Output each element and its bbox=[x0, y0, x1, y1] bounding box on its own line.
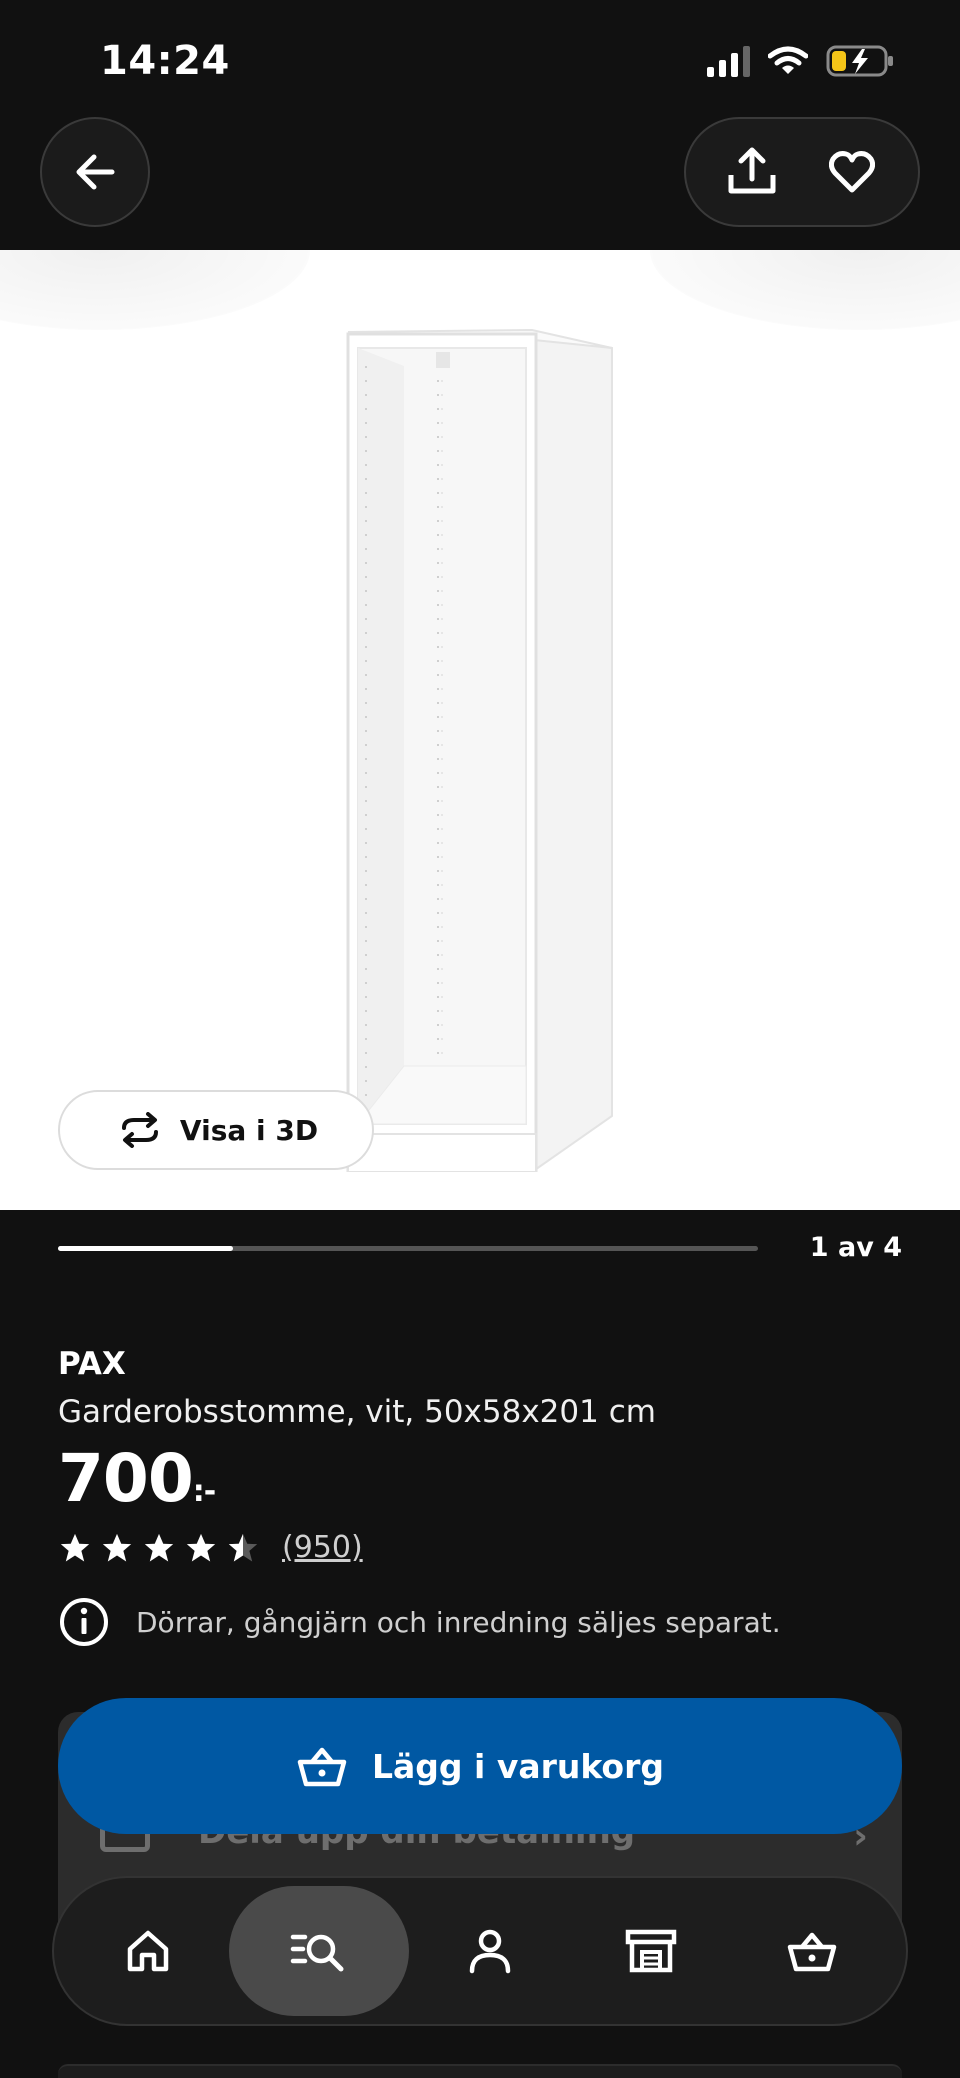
product-image-gallery[interactable]: Visa i 3D bbox=[0, 250, 960, 1210]
add-to-cart-button[interactable]: Lägg i varukorg bbox=[58, 1698, 902, 1834]
favorite-button[interactable] bbox=[812, 132, 892, 212]
home-icon bbox=[128, 1930, 169, 1972]
bottom-sheet-edge bbox=[58, 2064, 902, 2078]
back-button[interactable] bbox=[40, 117, 150, 227]
product-brand: PAX bbox=[58, 1346, 126, 1382]
status-bar: 14:24 bbox=[0, 0, 960, 110]
star-icon bbox=[60, 1533, 90, 1561]
bottom-nav bbox=[52, 1876, 908, 2026]
store-icon bbox=[625, 1929, 677, 1973]
star-icon bbox=[144, 1533, 174, 1561]
product-description: Garderobsstomme, vit, 50x58x201 cm bbox=[58, 1394, 656, 1430]
arrow-left-icon bbox=[76, 154, 115, 190]
status-icons bbox=[707, 44, 896, 78]
pager-track bbox=[58, 1246, 758, 1251]
nav-store[interactable] bbox=[571, 1886, 731, 2016]
basket-icon bbox=[297, 1747, 347, 1787]
top-bar bbox=[0, 110, 960, 250]
star-icon bbox=[102, 1533, 132, 1561]
pager-label: 1 av 4 bbox=[809, 1232, 902, 1263]
nav-home[interactable] bbox=[68, 1886, 228, 2016]
product-price: 700:- bbox=[58, 1440, 216, 1517]
heart-icon bbox=[829, 151, 875, 193]
search-icon bbox=[290, 1934, 344, 1972]
add-to-cart-label: Lägg i varukorg bbox=[371, 1746, 664, 1786]
battery-icon bbox=[826, 45, 893, 77]
price-suffix: :- bbox=[192, 1474, 216, 1509]
view-3d-button[interactable]: Visa i 3D bbox=[58, 1090, 374, 1170]
nav-cart[interactable] bbox=[732, 1886, 892, 2016]
gallery-pager: 1 av 4 bbox=[58, 1232, 902, 1272]
price-value: 700 bbox=[58, 1440, 194, 1517]
basket-icon bbox=[787, 1932, 836, 1972]
rotate-3d-icon bbox=[121, 1112, 158, 1148]
notice-text: Dörrar, gångjärn och inredning säljes se… bbox=[136, 1605, 781, 1639]
wifi-icon bbox=[768, 46, 808, 74]
pager-progress bbox=[58, 1246, 233, 1251]
user-icon bbox=[469, 1929, 511, 1974]
half-star-icon bbox=[228, 1533, 258, 1561]
share-button[interactable] bbox=[712, 132, 792, 212]
rating-count[interactable]: (950) bbox=[282, 1530, 363, 1565]
view-3d-label: Visa i 3D bbox=[179, 1113, 319, 1147]
star-icon bbox=[186, 1533, 216, 1561]
nav-profile[interactable] bbox=[410, 1886, 570, 2016]
product-notice: Dörrar, gångjärn och inredning säljes se… bbox=[58, 1596, 781, 1648]
product-image bbox=[346, 328, 613, 1172]
product-rating[interactable]: (950) bbox=[58, 1530, 363, 1565]
info-icon bbox=[60, 1598, 108, 1646]
share-icon bbox=[728, 147, 776, 194]
rating-stars bbox=[58, 1531, 260, 1565]
header-actions bbox=[684, 117, 920, 227]
status-time: 14:24 bbox=[100, 38, 230, 84]
signal-icon bbox=[707, 45, 750, 77]
nav-search[interactable] bbox=[229, 1886, 410, 2016]
